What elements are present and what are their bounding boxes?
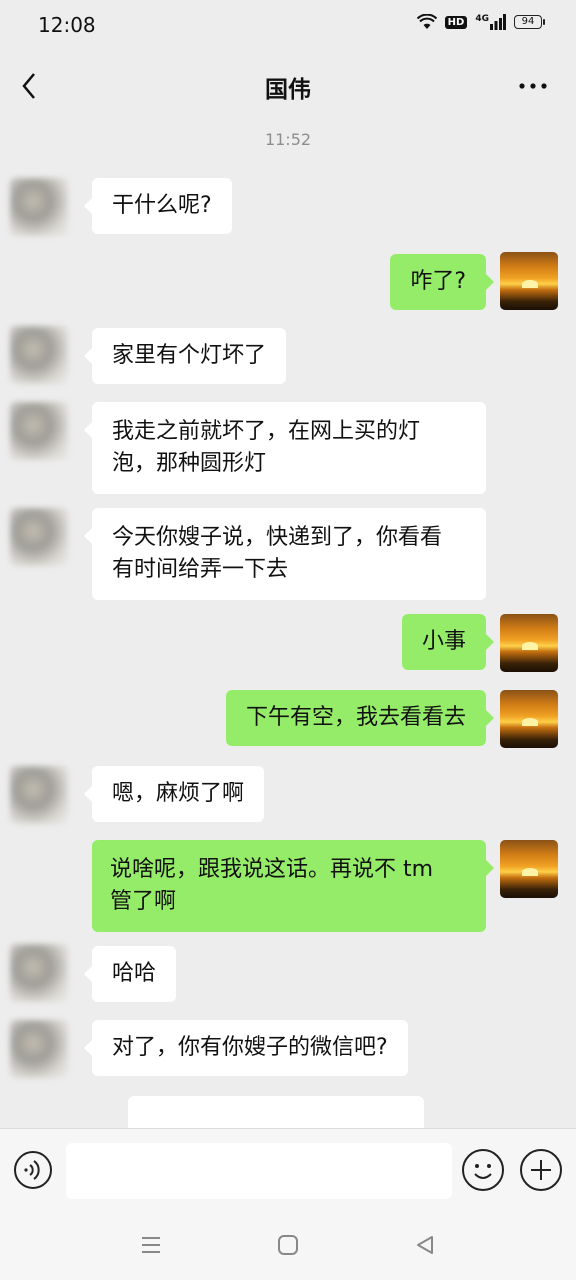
message-bubble-incoming[interactable]: 干什么呢? (84, 178, 232, 234)
message-bubble-outgoing[interactable]: 下午有空，我去看看去 (225, 690, 495, 746)
menu-icon[interactable] (140, 1234, 162, 1260)
message-bubble-outgoing[interactable]: 小事 (401, 614, 495, 670)
message-bubble-incoming[interactable]: 今天你嫂子说，快递到了，你看看 有时间给弄一下去 (84, 508, 486, 600)
message-timestamp: 11:52 (264, 130, 312, 149)
message-bubble-outgoing[interactable]: 咋了? (390, 254, 494, 310)
hd-icon: HD (444, 15, 468, 29)
back-nav-icon[interactable] (414, 1234, 436, 1260)
message-line: 管了啊 (110, 889, 177, 914)
system-nav-bar (0, 1210, 576, 1280)
status-icons: HD 4G 94 (416, 14, 545, 30)
message-bubble-incoming[interactable]: 家里有个灯坏了 (83, 328, 287, 384)
wifi-icon (416, 14, 437, 30)
status-time: 12:08 (38, 13, 96, 37)
signal-icon: 4G (475, 14, 506, 30)
battery-icon: 94 (514, 15, 545, 29)
message-bubble-incoming[interactable]: 嗯，麻烦了啊 (83, 766, 265, 822)
message-line: 我走之前就坏了，在网上买的灯 (112, 419, 421, 444)
contact-avatar[interactable] (10, 1020, 68, 1078)
home-icon[interactable] (277, 1234, 299, 1260)
status-bar: 12:08 HD 4G 94 (0, 0, 576, 50)
message-line: 说啥呢，跟我说这话。再说不 tm (110, 857, 434, 882)
message-line: 有时间给弄一下去 (112, 557, 289, 582)
chat-screen: 12:08 HD 4G 94 国伟 11:52 干什么呢? 咋了? 家里有个灯坏… (0, 0, 576, 1280)
chat-header: 国伟 (0, 58, 576, 114)
message-input[interactable] (66, 1143, 452, 1199)
message-line: 今天你嫂子说，快递到了，你看看 (112, 525, 443, 550)
contact-avatar[interactable] (10, 402, 68, 460)
contact-avatar[interactable] (10, 766, 68, 824)
self-avatar[interactable] (500, 840, 558, 898)
chat-title: 国伟 (265, 77, 311, 103)
message-bubble-partial (128, 1096, 424, 1128)
emoji-icon[interactable] (462, 1149, 504, 1191)
contact-avatar[interactable] (10, 944, 68, 1002)
contact-avatar[interactable] (10, 178, 68, 236)
self-avatar[interactable] (500, 690, 558, 748)
network-type-label: 4G (475, 14, 489, 24)
more-icon[interactable] (518, 72, 548, 100)
add-icon[interactable] (520, 1149, 562, 1191)
self-avatar[interactable] (500, 614, 558, 672)
contact-avatar[interactable] (10, 508, 68, 566)
message-bubble-outgoing[interactable]: 说啥呢，跟我说这话。再说不 tm 管了啊 (92, 840, 494, 932)
message-line: 泡，那种圆形灯 (112, 451, 267, 476)
message-bubble-incoming[interactable]: 我走之前就坏了，在网上买的灯 泡，那种圆形灯 (84, 402, 486, 494)
voice-icon[interactable] (14, 1151, 52, 1189)
contact-avatar[interactable] (10, 326, 68, 384)
message-bubble-incoming[interactable]: 对了，你有你嫂子的微信吧? (84, 1020, 408, 1076)
message-bubble-incoming[interactable]: 哈哈 (83, 946, 177, 1002)
input-bar (0, 1128, 576, 1211)
self-avatar[interactable] (500, 252, 558, 310)
